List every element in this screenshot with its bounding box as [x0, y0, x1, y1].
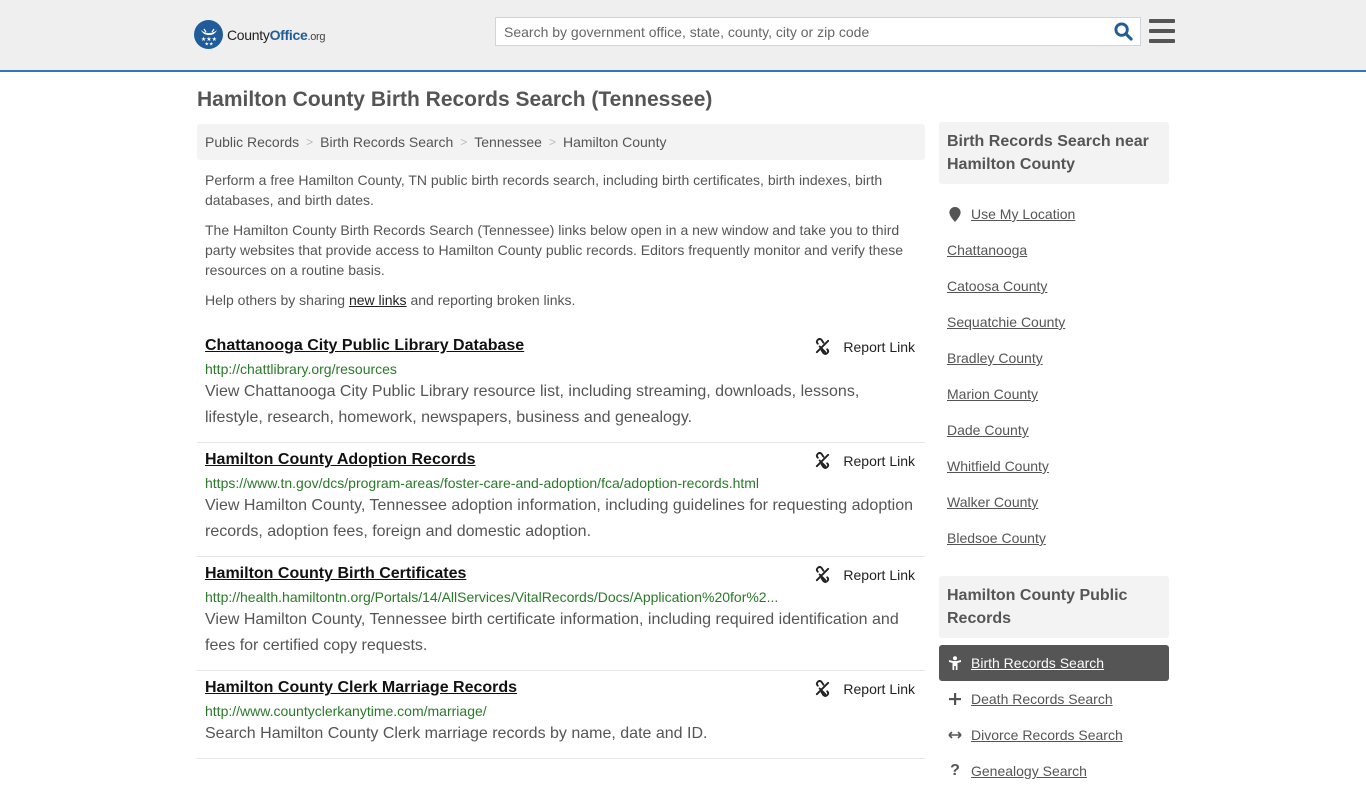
broken-link-icon: [816, 338, 830, 355]
result-url: http://chattlibrary.org/resources: [205, 361, 397, 377]
nearby-item: Marion County: [939, 376, 1169, 412]
birth-records-search-link[interactable]: Birth Records Search: [971, 655, 1104, 671]
eagle-stars-logo-icon: ★★★ ★★: [194, 20, 223, 49]
breadcrumb-tennessee[interactable]: Tennessee: [474, 134, 542, 150]
result-description: View Hamilton County, Tennessee birth ce…: [205, 611, 899, 654]
result-item: Hamilton County Clerk Marriage Records R…: [197, 671, 925, 759]
breadcrumb-birth-records-search[interactable]: Birth Records Search: [320, 134, 453, 150]
intro-paragraph-help: Help others by sharing new links and rep…: [205, 292, 576, 308]
result-title-link[interactable]: Hamilton County Birth Certificates: [205, 564, 466, 584]
result-description: View Hamilton County, Tennessee adoption…: [205, 497, 914, 540]
use-my-location-item: Use My Location: [939, 196, 1169, 232]
result-item: Hamilton County Adoption Records Report …: [197, 443, 925, 557]
search-input[interactable]: [496, 18, 1106, 45]
result-item: Hamilton County Birth Certificates Repor…: [197, 557, 925, 671]
report-link-button[interactable]: Report Link: [814, 338, 915, 355]
result-title-link[interactable]: Hamilton County Clerk Marriage Records: [205, 678, 517, 698]
svg-text:★★: ★★: [204, 41, 213, 46]
public-records-item-death[interactable]: Death Records Search: [939, 681, 1169, 717]
breadcrumb-public-records[interactable]: Public Records: [205, 134, 299, 150]
report-link-button[interactable]: Report Link: [814, 566, 915, 583]
question-icon: ?: [950, 762, 960, 779]
result-description: View Chattanooga City Public Library res…: [205, 383, 860, 426]
nearby-item: Whitfield County: [939, 448, 1169, 484]
public-records-list: Birth Records Search Death Records Searc…: [939, 645, 1169, 789]
search-icon: [1113, 22, 1133, 41]
broken-link-icon: [816, 680, 830, 697]
intro-paragraph: The Hamilton County Birth Records Search…: [205, 222, 903, 278]
main-content: Public Records > Birth Records Search > …: [197, 124, 925, 759]
sidebar: Birth Records Search near Hamilton Count…: [939, 122, 1169, 789]
result-title-link[interactable]: Chattanooga City Public Library Database: [205, 336, 524, 356]
nearby-link-bradley-county[interactable]: Bradley County: [947, 350, 1043, 366]
page-title: Hamilton County Birth Records Search (Te…: [197, 88, 713, 111]
nearby-item: Chattanooga: [939, 232, 1169, 268]
nearby-item: Bledsoe County: [939, 520, 1169, 556]
breadcrumb-hamilton-county[interactable]: Hamilton County: [563, 134, 667, 150]
nearby-link-walker-county[interactable]: Walker County: [947, 494, 1038, 510]
search-bar: [495, 17, 1141, 46]
public-records-item-divorce[interactable]: Divorce Records Search: [939, 717, 1169, 753]
result-item: Chattanooga City Public Library Database…: [197, 329, 925, 443]
arrows-horizontal-icon: [947, 730, 963, 740]
genealogy-search-link[interactable]: Genealogy Search: [971, 763, 1087, 779]
breadcrumb-separator: >: [460, 135, 468, 149]
logo-wordmark: CountyOffice.org: [227, 26, 326, 43]
nearby-link-catoosa-county[interactable]: Catoosa County: [947, 278, 1047, 294]
map-pin-icon: [947, 206, 963, 222]
nearby-list: Use My Location Chattanooga Catoosa Coun…: [939, 196, 1169, 556]
breadcrumb: Public Records > Birth Records Search > …: [197, 124, 925, 160]
public-records-item-birth[interactable]: Birth Records Search: [939, 645, 1169, 681]
death-records-search-link[interactable]: Death Records Search: [971, 691, 1113, 707]
public-records-item-genealogy[interactable]: ? Genealogy Search: [939, 753, 1169, 789]
nearby-link-marion-county[interactable]: Marion County: [947, 386, 1038, 402]
use-my-location-link[interactable]: Use My Location: [971, 206, 1075, 222]
report-link-button[interactable]: Report Link: [814, 680, 915, 697]
nearby-item: Dade County: [939, 412, 1169, 448]
nearby-link-chattanooga[interactable]: Chattanooga: [947, 242, 1027, 258]
nearby-item: Sequatchie County: [939, 304, 1169, 340]
result-url: https://www.tn.gov/dcs/program-areas/fos…: [205, 475, 760, 491]
nearby-item: Catoosa County: [939, 268, 1169, 304]
result-url: http://health.hamiltontn.org/Portals/14/…: [205, 589, 779, 605]
public-records-heading: Hamilton County Public Records: [939, 576, 1169, 638]
nearby-link-dade-county[interactable]: Dade County: [947, 422, 1029, 438]
intro-text: Perform a free Hamilton County, TN publi…: [197, 170, 925, 310]
nearby-link-whitfield-county[interactable]: Whitfield County: [947, 458, 1049, 474]
site-header: ★★★ ★★ CountyOffice.org: [0, 0, 1366, 72]
nearby-item: Bradley County: [939, 340, 1169, 376]
child-icon: [947, 656, 963, 670]
broken-link-icon: [816, 452, 830, 469]
menu-bar: [1149, 39, 1175, 43]
nearby-heading: Birth Records Search near Hamilton Count…: [939, 122, 1169, 184]
results-list: Chattanooga City Public Library Database…: [197, 329, 925, 759]
plus-icon: [947, 693, 963, 705]
result-title-link[interactable]: Hamilton County Adoption Records: [205, 450, 476, 470]
breadcrumb-separator: >: [306, 135, 314, 149]
result-url: http://www.countyclerkanytime.com/marria…: [205, 703, 487, 719]
search-button[interactable]: [1106, 18, 1140, 45]
nearby-link-sequatchie-county[interactable]: Sequatchie County: [947, 314, 1065, 330]
divorce-records-search-link[interactable]: Divorce Records Search: [971, 727, 1123, 743]
breadcrumb-separator: >: [548, 135, 556, 149]
broken-link-icon: [816, 566, 830, 583]
hamburger-menu-button[interactable]: [1149, 19, 1175, 43]
nearby-link-bledsoe-county[interactable]: Bledsoe County: [947, 530, 1046, 546]
new-links-link[interactable]: new links: [349, 292, 407, 308]
site-logo[interactable]: ★★★ ★★ CountyOffice.org: [194, 20, 326, 49]
intro-paragraph: Perform a free Hamilton County, TN publi…: [205, 172, 883, 208]
result-description: Search Hamilton County Clerk marriage re…: [205, 725, 708, 742]
report-link-button[interactable]: Report Link: [814, 452, 915, 469]
menu-bar: [1149, 19, 1175, 23]
menu-bar: [1149, 29, 1175, 33]
nearby-item: Walker County: [939, 484, 1169, 520]
